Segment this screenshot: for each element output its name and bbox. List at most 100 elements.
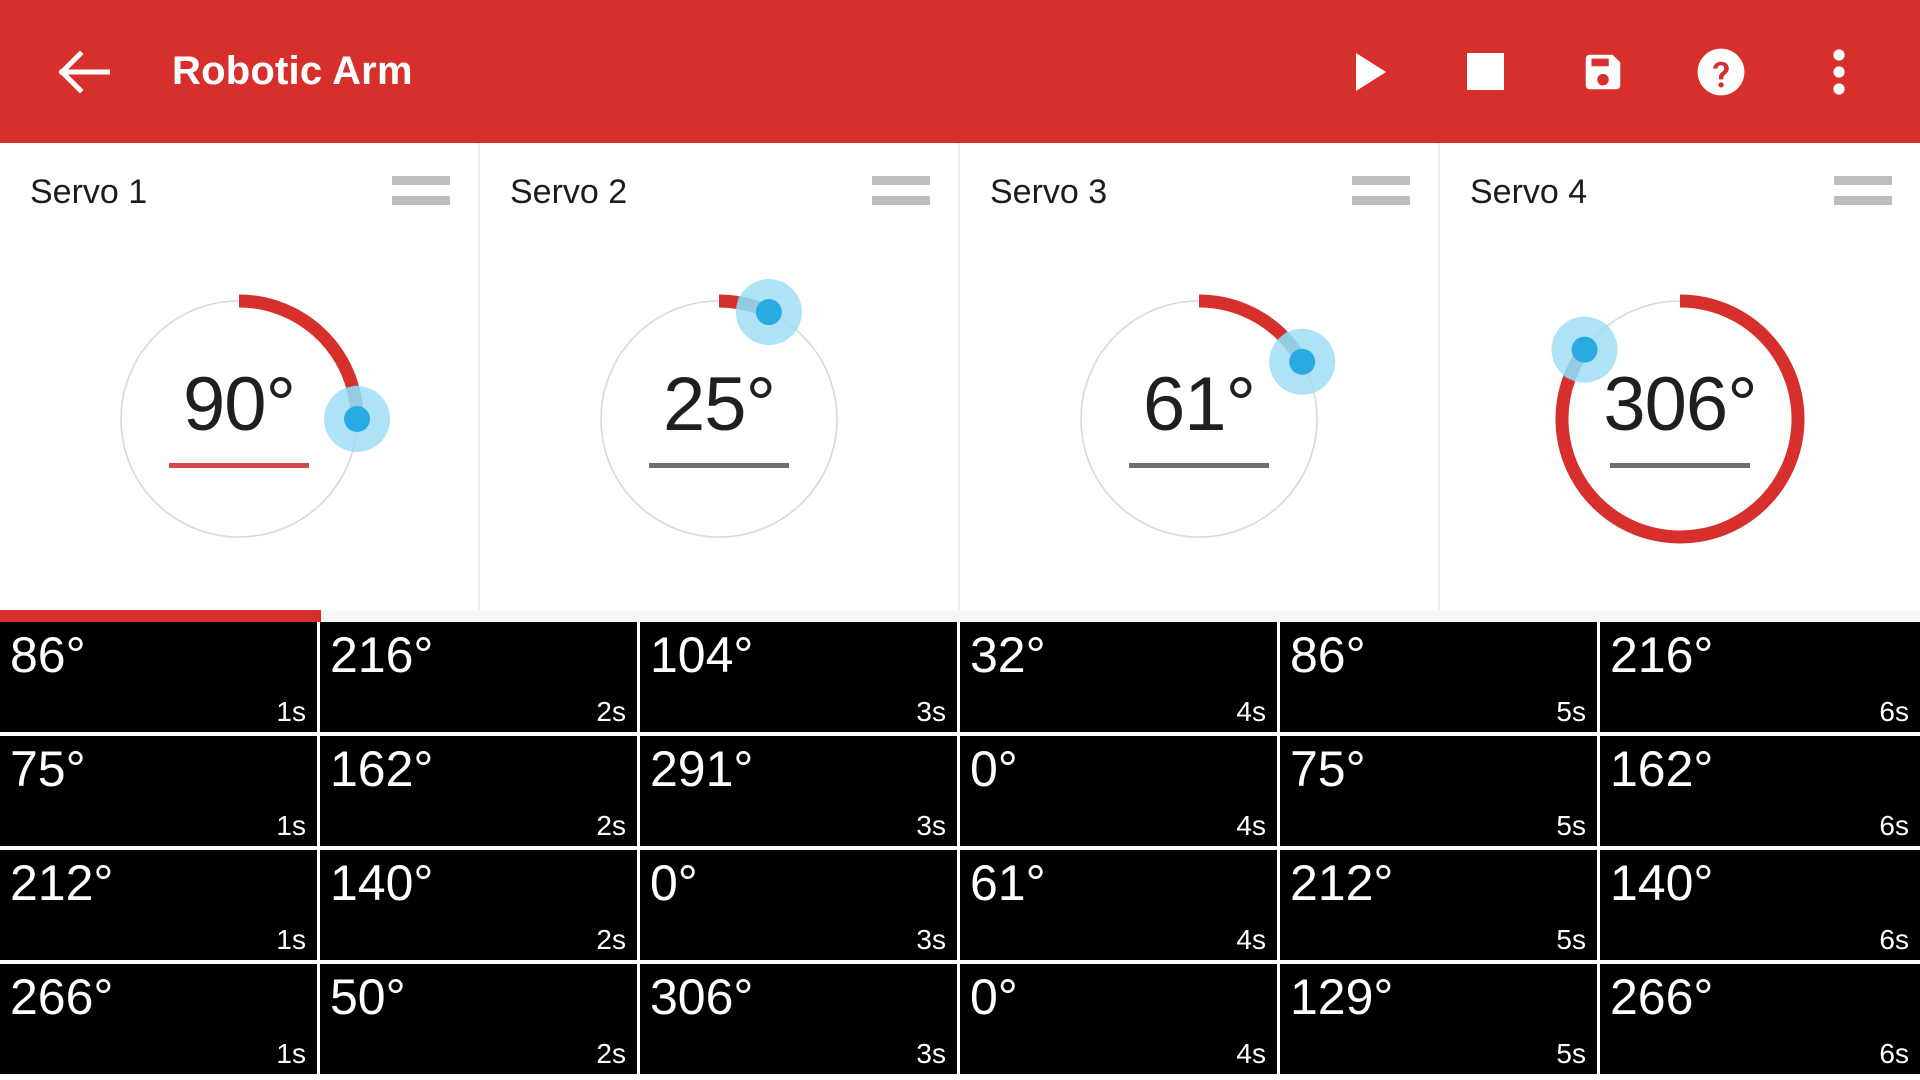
servo-card: Servo 3 61° bbox=[960, 143, 1440, 610]
timeline-cell[interactable]: 140° 6s bbox=[1600, 850, 1920, 964]
servo-card-header: Servo 1 bbox=[0, 143, 478, 227]
timeline-cell-value: 216° bbox=[1610, 627, 1714, 683]
drag-handle-icon[interactable] bbox=[872, 175, 930, 205]
timeline-cell[interactable]: 212° 1s bbox=[0, 850, 320, 964]
servo-dial-graphic bbox=[1551, 294, 1805, 543]
timeline-cell-value: 0° bbox=[650, 855, 698, 911]
timeline-cell[interactable]: 306° 3s bbox=[640, 964, 960, 1078]
dial-value-arc bbox=[718, 293, 739, 309]
timeline-cell-time: 1s bbox=[276, 810, 306, 841]
more-vertical-icon bbox=[1833, 48, 1845, 95]
timeline-cell[interactable]: 162° 2s bbox=[320, 736, 640, 850]
timeline-cell[interactable]: 216° 2s bbox=[320, 622, 640, 736]
timeline-row: 86° 1s 216° 2s 104° 3s 32° 4s 86° 5s 216° 6s bbox=[0, 622, 1920, 736]
drag-handle-icon[interactable] bbox=[1834, 175, 1892, 205]
timeline-cell-time: 5s bbox=[1556, 924, 1586, 955]
timeline-cell-value: 162° bbox=[330, 741, 434, 797]
timeline-cell-value: 162° bbox=[1610, 741, 1714, 797]
timeline-cell[interactable]: 50° 2s bbox=[320, 964, 640, 1078]
help-question-icon bbox=[1697, 48, 1745, 95]
dial-handle[interactable] bbox=[344, 405, 370, 432]
timeline-cell[interactable]: 266° 6s bbox=[1600, 964, 1920, 1078]
timeline-cell-time: 3s bbox=[916, 696, 946, 727]
timeline-cell-value: 0° bbox=[970, 741, 1018, 797]
timeline-cell-value: 306° bbox=[650, 969, 754, 1025]
help-button[interactable] bbox=[1662, 24, 1780, 120]
servo-card: Servo 1 90° bbox=[0, 143, 480, 610]
servo-dial[interactable]: 90° bbox=[89, 269, 390, 569]
timeline-cell[interactable]: 291° 3s bbox=[640, 736, 960, 850]
timeline-cell[interactable]: 0° 4s bbox=[960, 736, 1280, 850]
timeline-cell-time: 5s bbox=[1556, 1038, 1586, 1069]
timeline-cell-value: 32° bbox=[970, 627, 1046, 683]
dial-handle[interactable] bbox=[755, 298, 782, 325]
app-bar: Robotic Arm bbox=[0, 0, 1920, 143]
timeline-cell[interactable]: 0° 3s bbox=[640, 850, 960, 964]
timeline-cell[interactable]: 104° 3s bbox=[640, 622, 960, 736]
save-button[interactable] bbox=[1544, 24, 1662, 120]
servo-title: Servo 3 bbox=[990, 172, 1108, 211]
servo-dial-wrap: 90° bbox=[0, 227, 478, 610]
timeline-cell[interactable]: 86° 1s bbox=[0, 622, 320, 736]
timeline-cell-value: 75° bbox=[1290, 741, 1366, 797]
timeline-cell-value: 140° bbox=[330, 855, 434, 911]
timeline-cell[interactable]: 140° 2s bbox=[320, 850, 640, 964]
timeline-cell[interactable]: 86° 5s bbox=[1280, 622, 1600, 736]
save-floppy-icon bbox=[1585, 54, 1621, 89]
servo-dial-graphic bbox=[120, 294, 390, 538]
timeline-cell-value: 212° bbox=[1290, 855, 1394, 911]
timeline-cell-value: 266° bbox=[10, 969, 114, 1025]
servo-dial-graphic bbox=[1080, 294, 1336, 538]
servo-card-header: Servo 2 bbox=[480, 143, 958, 227]
servo-dial[interactable]: 61° bbox=[1049, 269, 1349, 569]
timeline-cell[interactable]: 212° 5s bbox=[1280, 850, 1600, 964]
timeline-cell-time: 1s bbox=[276, 1038, 306, 1069]
timeline-cell-time: 1s bbox=[276, 696, 306, 727]
timeline-cell-time: 3s bbox=[916, 1038, 946, 1069]
servo-dial-wrap: 306° bbox=[1440, 227, 1920, 610]
timeline-cell-value: 75° bbox=[10, 741, 86, 797]
overflow-menu-button[interactable] bbox=[1780, 24, 1898, 120]
servo-title: Servo 1 bbox=[30, 172, 148, 211]
timeline-cell[interactable]: 216° 6s bbox=[1600, 622, 1920, 736]
play-button[interactable] bbox=[1308, 24, 1426, 120]
page-title: Robotic Arm bbox=[172, 49, 413, 93]
timeline-cell[interactable]: 266° 1s bbox=[0, 964, 320, 1078]
timeline-cell-value: 140° bbox=[1610, 855, 1714, 911]
timeline-cell-value: 291° bbox=[650, 741, 754, 797]
timeline-cell[interactable]: 32° 4s bbox=[960, 622, 1280, 736]
timeline-cell-value: 0° bbox=[970, 969, 1018, 1025]
play-icon bbox=[1356, 52, 1386, 91]
stop-icon bbox=[1466, 53, 1504, 90]
timeline-cell-time: 6s bbox=[1879, 1038, 1909, 1069]
dial-handle[interactable] bbox=[1571, 336, 1598, 363]
timeline-cell-time: 2s bbox=[596, 1038, 626, 1069]
dial-track bbox=[600, 299, 838, 538]
timeline-row: 75° 1s 162° 2s 291° 3s 0° 4s 75° 5s 162° 6s bbox=[0, 736, 1920, 850]
servo-dial[interactable]: 25° bbox=[569, 269, 869, 569]
servo-card-header: Servo 4 bbox=[1440, 143, 1920, 227]
timeline-cell[interactable]: 0° 4s bbox=[960, 964, 1280, 1078]
dial-handle[interactable] bbox=[1289, 348, 1316, 375]
timeline-cell[interactable]: 129° 5s bbox=[1280, 964, 1600, 1078]
stop-button[interactable] bbox=[1426, 24, 1544, 120]
servo-dial[interactable]: 306° bbox=[1530, 269, 1830, 569]
back-arrow-icon bbox=[58, 50, 110, 93]
servo-card-header: Servo 3 bbox=[960, 143, 1438, 227]
timeline-cell[interactable]: 162° 6s bbox=[1600, 736, 1920, 850]
servo-title: Servo 4 bbox=[1470, 172, 1588, 211]
drag-handle-icon[interactable] bbox=[392, 175, 450, 205]
drag-handle-icon[interactable] bbox=[1352, 175, 1410, 205]
timeline-cell-time: 6s bbox=[1879, 810, 1909, 841]
timeline-cell-value: 216° bbox=[330, 627, 434, 683]
timeline-cell-time: 2s bbox=[596, 810, 626, 841]
back-button[interactable] bbox=[36, 24, 132, 120]
dial-value-arc bbox=[238, 294, 359, 388]
servo-dial-wrap: 61° bbox=[960, 227, 1438, 610]
timeline-cell[interactable]: 75° 1s bbox=[0, 736, 320, 850]
timeline-cell[interactable]: 75° 5s bbox=[1280, 736, 1600, 850]
timeline-cell[interactable]: 61° 4s bbox=[960, 850, 1280, 964]
timeline-grid: 86° 1s 216° 2s 104° 3s 32° 4s 86° 5s 216° 6s 75° 1s 16… bbox=[0, 622, 1920, 1080]
timeline-row: 266° 1s 50° 2s 306° 3s 0° 4s 129° 5s 266° 6s bbox=[0, 964, 1920, 1078]
playback-progress-track[interactable] bbox=[0, 610, 1920, 622]
